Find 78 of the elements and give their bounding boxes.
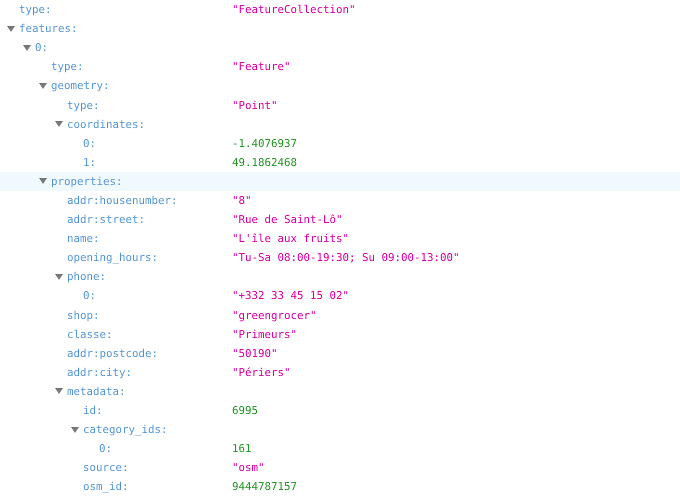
property-key: shop: — [67, 308, 100, 322]
tree-row[interactable]: name: "L'île aux fruits" — [0, 229, 680, 248]
tree-row[interactable]: metadata: — [0, 382, 680, 401]
property-value: "L'île aux fruits" — [232, 232, 350, 246]
tree-row[interactable]: addr:housenumber: "8" — [0, 190, 680, 210]
property-value: -1.4076937 — [232, 136, 298, 150]
property-value: "FeatureCollection" — [232, 3, 356, 16]
property-key: 0: — [35, 41, 48, 54]
property-key: features: — [19, 22, 78, 36]
property-key: 0: — [83, 136, 96, 150]
tree-row[interactable]: 0: -1.4076937 — [0, 134, 680, 153]
property-key: addr:postcode: — [67, 346, 158, 360]
tree-row[interactable]: 0: 161 — [0, 439, 680, 458]
tree-row[interactable]: shop: "greengrocer" — [0, 306, 680, 325]
tree-row[interactable]: source: "osm" — [0, 458, 680, 478]
property-value: 161 — [232, 442, 252, 456]
tree-row[interactable]: properties: — [0, 172, 680, 191]
property-key: type: — [67, 98, 100, 112]
tree-row[interactable]: phone: — [0, 267, 680, 286]
property-value: "50190" — [232, 346, 278, 360]
property-key: 1: — [83, 156, 96, 169]
property-key: 0: — [99, 442, 112, 456]
caret-icon[interactable] — [39, 178, 47, 184]
tree-row[interactable]: 0: "+332 33 45 15 02" — [0, 286, 680, 306]
tree-row[interactable]: classe: "Primeurs" — [0, 324, 680, 344]
tree-row[interactable]: type: "Point" — [0, 95, 680, 115]
tree-row[interactable]: type: "FeatureCollection" — [0, 0, 680, 20]
property-value: "Point" — [232, 98, 278, 112]
caret-icon[interactable] — [55, 121, 63, 128]
tree-row[interactable]: osm_id: 9444787157 — [0, 477, 680, 496]
caret-icon[interactable] — [55, 274, 63, 280]
caret-icon[interactable] — [23, 44, 31, 51]
property-key: geometry: — [51, 79, 110, 92]
property-value: "osm" — [232, 461, 265, 474]
property-key: source: — [83, 461, 129, 474]
caret-icon[interactable] — [39, 82, 47, 89]
tree-row[interactable]: features: — [0, 19, 680, 38]
property-key: coordinates: — [67, 118, 146, 131]
property-value: 9444787157 — [232, 480, 298, 494]
property-key: type: — [19, 3, 52, 16]
tree-row[interactable]: type: "Feature" — [0, 57, 680, 76]
property-key: classe: — [67, 328, 113, 341]
tree-row[interactable]: coordinates: — [0, 114, 680, 134]
property-key: phone: — [67, 270, 106, 284]
caret-icon[interactable] — [7, 26, 15, 32]
caret-icon[interactable] — [71, 426, 79, 433]
property-key: osm_id: — [83, 480, 129, 494]
tree-row[interactable]: addr:city: "Périers" — [0, 362, 680, 382]
property-value: "8" — [232, 194, 252, 207]
tree-row[interactable]: 0: — [0, 38, 680, 58]
caret-icon[interactable] — [55, 388, 63, 394]
property-key: 0: — [83, 289, 96, 302]
property-key: category_ids: — [83, 423, 168, 436]
tree-row[interactable]: category_ids: — [0, 420, 680, 440]
property-key: opening_hours: — [67, 251, 158, 264]
tree-row[interactable]: addr:postcode: "50190" — [0, 344, 680, 363]
property-value: "Feature" — [232, 60, 291, 74]
property-key: name: — [67, 232, 100, 246]
tree-row[interactable]: id: 6995 — [0, 400, 680, 420]
tree-row[interactable]: 1: 49.1862468 — [0, 152, 680, 172]
property-key: type: — [51, 60, 84, 74]
property-key: properties: — [51, 174, 123, 188]
property-key: addr:city: — [67, 366, 132, 379]
property-value: 49.1862468 — [232, 156, 298, 169]
property-value: "Tu-Sa 08:00-19:30; Su 09:00-13:00" — [232, 251, 460, 264]
property-value: "Périers" — [232, 366, 291, 379]
property-value: 6995 — [232, 404, 258, 418]
tree-row[interactable]: opening_hours: "Tu-Sa 08:00-19:30; Su 09:00-13:00" — [0, 248, 680, 268]
property-key: metadata: — [67, 384, 126, 398]
property-value: "Rue de Saint-Lô" — [232, 213, 343, 226]
property-key: id: — [83, 404, 103, 418]
property-key: addr:street: — [67, 213, 146, 226]
tree-row[interactable]: geometry: — [0, 76, 680, 96]
property-value: "Primeurs" — [232, 328, 298, 341]
property-value: "greengrocer" — [232, 308, 317, 322]
tree-row[interactable]: addr:street: "Rue de Saint-Lô" — [0, 210, 680, 230]
property-key: addr:housenumber: — [67, 194, 178, 207]
property-value: "+332 33 45 15 02" — [232, 289, 350, 302]
